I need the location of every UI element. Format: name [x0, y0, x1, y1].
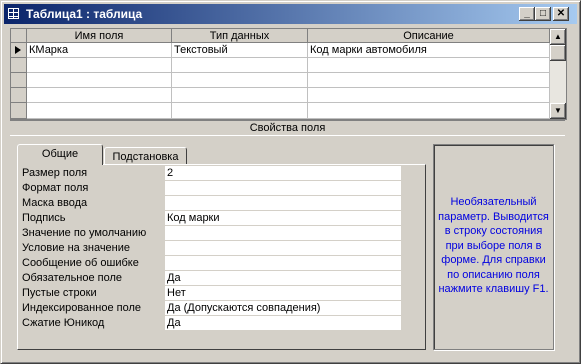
property-label: Обязательное поле	[22, 272, 123, 284]
description-cell[interactable]	[308, 103, 550, 118]
close-button[interactable]: ✕	[553, 7, 569, 21]
property-label: Подпись	[22, 212, 66, 224]
data-type-cell[interactable]	[172, 73, 308, 88]
field-grid: Имя поля Тип данных Описание КМарка Текс…	[10, 28, 567, 120]
column-header-field-name[interactable]: Имя поля	[27, 29, 172, 43]
maximize-button[interactable]: □	[535, 7, 551, 21]
property-value[interactable]	[165, 256, 401, 270]
property-value[interactable]: 2	[165, 166, 401, 180]
property-value[interactable]	[165, 241, 401, 255]
property-label: Формат поля	[22, 182, 89, 194]
column-header-description[interactable]: Описание	[308, 29, 550, 43]
field-name-cell[interactable]	[27, 58, 172, 73]
property-label: Размер поля	[22, 167, 88, 179]
property-label: Маска ввода	[22, 197, 88, 209]
description-cell[interactable]	[308, 88, 550, 103]
table-row[interactable]	[27, 88, 550, 103]
property-allow-zero-length: Пустые строки Нет	[22, 286, 422, 301]
field-properties-title: Свойства поля	[10, 120, 565, 136]
data-type-cell[interactable]	[172, 58, 308, 73]
property-label: Значение по умолчанию	[22, 227, 147, 239]
table-row[interactable]: КМарка Текстовый Код марки автомобиля	[27, 43, 550, 58]
row-selector-current[interactable]	[11, 43, 27, 58]
property-indexed: Индексированное поле Да (Допускаются сов…	[22, 301, 422, 316]
tab-lookup[interactable]: Подстановка	[104, 147, 187, 165]
property-unicode-compression: Сжатие Юникод Да	[22, 316, 422, 331]
tab-general[interactable]: Общие	[17, 144, 103, 165]
property-label: Условие на значение	[22, 242, 131, 254]
vertical-scrollbar[interactable]: ▲ ▼	[550, 29, 566, 119]
property-default-value: Значение по умолчанию	[22, 226, 422, 241]
minimize-button[interactable]: _	[519, 7, 535, 21]
table-row[interactable]	[27, 58, 550, 73]
property-value[interactable]	[165, 226, 401, 240]
row-selector[interactable]	[11, 73, 27, 88]
property-caption: Подпись Код марки	[22, 211, 422, 226]
property-value[interactable]: Нет	[165, 286, 401, 300]
property-value[interactable]: Да	[165, 271, 401, 285]
scroll-up-button[interactable]: ▲	[550, 29, 566, 45]
property-value[interactable]	[165, 181, 401, 195]
property-value[interactable]	[165, 196, 401, 210]
property-field-size: Размер поля 2	[22, 166, 422, 181]
property-validation-rule: Условие на значение	[22, 241, 422, 256]
window-title: Таблица1 : таблица	[26, 7, 143, 21]
row-selector[interactable]	[11, 103, 27, 119]
data-type-cell[interactable]	[172, 88, 308, 103]
property-format: Формат поля	[22, 181, 422, 196]
field-name-cell[interactable]	[27, 88, 172, 103]
property-value[interactable]: Да (Допускаются совпадения)	[165, 301, 401, 315]
property-label: Сжатие Юникод	[22, 317, 105, 329]
scroll-thumb[interactable]	[550, 45, 566, 61]
row-selector[interactable]	[11, 58, 27, 73]
row-selector[interactable]	[11, 88, 27, 103]
property-hint-text: Необязательный параметр. Выводится в стр…	[438, 196, 549, 295]
property-hint-panel: Необязательный параметр. Выводится в стр…	[433, 144, 554, 350]
property-required: Обязательное поле Да	[22, 271, 422, 286]
property-label: Пустые строки	[22, 287, 97, 299]
field-name-cell[interactable]: КМарка	[27, 43, 172, 58]
field-name-cell[interactable]	[27, 73, 172, 88]
description-cell[interactable]	[308, 58, 550, 73]
scroll-down-button[interactable]: ▼	[550, 103, 566, 119]
table-icon[interactable]	[8, 8, 19, 19]
current-row-arrow-icon	[15, 46, 21, 54]
column-header-data-type[interactable]: Тип данных	[172, 29, 308, 43]
property-value[interactable]: Да	[165, 316, 401, 330]
property-label: Индексированное поле	[22, 302, 141, 314]
description-cell[interactable]	[308, 73, 550, 88]
grid-corner[interactable]	[11, 29, 27, 43]
table-row[interactable]	[27, 103, 550, 119]
data-type-cell[interactable]	[172, 103, 308, 118]
property-input-mask: Маска ввода	[22, 196, 422, 211]
description-cell[interactable]: Код марки автомобиля	[308, 43, 550, 58]
data-type-cell[interactable]: Текстовый	[172, 43, 308, 58]
field-name-cell[interactable]	[27, 103, 172, 118]
table-row[interactable]	[27, 73, 550, 88]
property-label: Сообщение об ошибке	[22, 257, 139, 269]
title-bar[interactable]: Таблица1 : таблица _ □ ✕	[4, 4, 577, 24]
property-value[interactable]: Код марки	[165, 211, 401, 225]
property-validation-text: Сообщение об ошибке	[22, 256, 422, 271]
table-design-window: Таблица1 : таблица _ □ ✕ Имя поля Тип да…	[0, 0, 581, 364]
